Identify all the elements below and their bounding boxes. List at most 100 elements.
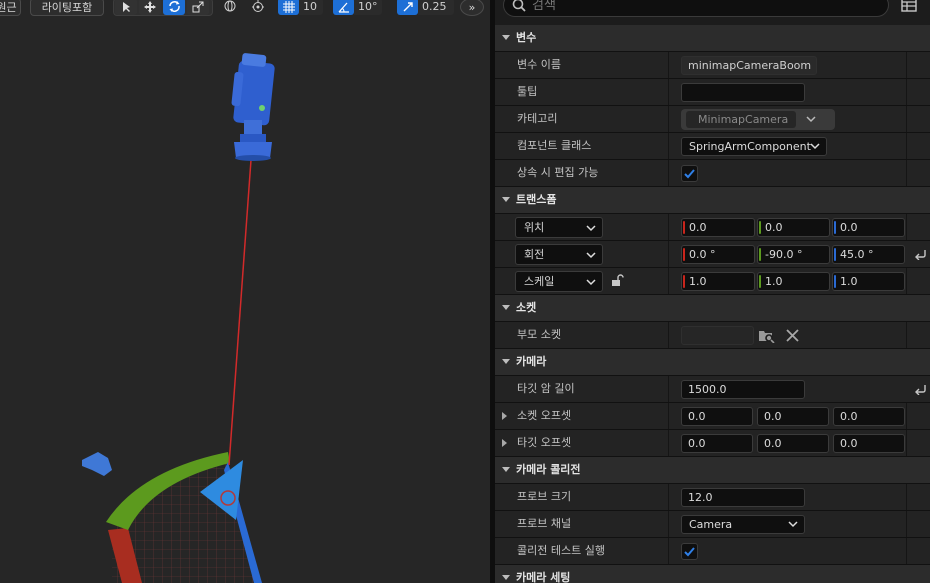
rotate-tool-button[interactable] [163, 0, 185, 15]
location-x-field[interactable]: 0.0 [681, 218, 755, 237]
probe-size-field[interactable]: 12.0 [681, 488, 805, 507]
column-splitter [668, 322, 669, 348]
reset-column [906, 160, 907, 186]
scale-snap-toggle[interactable] [397, 0, 418, 15]
category-camera-collision-label: 카메라 콜리전 [516, 463, 581, 476]
grid-snap-value[interactable]: 10 [299, 0, 323, 15]
move-tool-button[interactable] [139, 0, 161, 15]
scale-z-field[interactable]: 1.0 [832, 272, 905, 291]
category-transform-label: 트랜스폼 [516, 193, 557, 206]
scale-x-value: 1.0 [689, 275, 707, 288]
reset-column [906, 538, 907, 564]
target-offset-x-field[interactable]: 0.0 [681, 434, 753, 453]
reset-column [906, 268, 907, 294]
expand-caret-icon [502, 35, 510, 40]
column-splitter [668, 52, 669, 78]
view-mode-button[interactable]: 원근 [0, 0, 21, 16]
component-class-value: SpringArmComponent [689, 140, 811, 153]
unlock-icon[interactable] [611, 274, 624, 287]
target-offset-y-value: 0.0 [764, 437, 782, 450]
parent-socket-label: 부모 소켓 [517, 328, 561, 341]
row-category: 카테고리 MinimapCamera [495, 106, 930, 133]
probe-channel-combo[interactable]: Camera [681, 515, 805, 534]
scale-snap-text: 0.25 [422, 0, 447, 13]
socket-offset-z-field[interactable]: 0.0 [833, 407, 905, 426]
world-local-button[interactable] [219, 0, 241, 15]
do-collision-test-checkbox[interactable] [681, 543, 698, 560]
y-axis-marker [759, 221, 761, 234]
x-axis-marker [683, 221, 685, 234]
x-axis-marker [683, 275, 685, 288]
do-collision-test-label: 콜리전 테스트 실행 [517, 544, 605, 557]
browse-socket-icon[interactable] [758, 328, 775, 343]
socket-offset-x-field[interactable]: 0.0 [681, 407, 753, 426]
socket-offset-z-value: 0.0 [840, 410, 858, 423]
checkmark-icon [684, 547, 695, 557]
scale-x-field[interactable]: 1.0 [681, 272, 755, 291]
target-offset-y-field[interactable]: 0.0 [757, 434, 829, 453]
scale-tool-button[interactable] [187, 0, 209, 15]
reset-column [906, 403, 907, 429]
rotation-z-field[interactable]: 45.0 ° [832, 245, 905, 264]
grid-snap-toggle[interactable] [278, 0, 299, 15]
scale-y-field[interactable]: 1.0 [757, 272, 830, 291]
expand-caret-icon[interactable] [502, 412, 507, 420]
reset-to-default-icon[interactable] [914, 383, 927, 395]
y-axis-marker [759, 275, 761, 288]
scale-snap-icon [403, 1, 413, 11]
row-probe-channel: 프로브 채널 Camera [495, 511, 930, 538]
location-y-field[interactable]: 0.0 [757, 218, 830, 237]
category-combo[interactable]: MinimapCamera [681, 109, 835, 130]
grid-icon [282, 0, 295, 13]
rotation-snap-toggle[interactable] [333, 0, 354, 15]
select-tool-button[interactable] [115, 0, 137, 15]
component-class-combo[interactable]: SpringArmComponent [681, 137, 827, 156]
category-variable[interactable]: 변수 [495, 25, 930, 52]
target-offset-z-field[interactable]: 0.0 [833, 434, 905, 453]
category-transform[interactable]: 트랜스폼 [495, 187, 930, 214]
expand-caret-icon [502, 575, 510, 580]
socket-offset-y-field[interactable]: 0.0 [757, 407, 829, 426]
target-arm-length-field[interactable]: 1500.0 [681, 380, 805, 399]
expand-caret-icon[interactable] [502, 439, 507, 447]
rotation-y-field[interactable]: -90.0 ° [757, 245, 830, 264]
scale-combo[interactable]: 스케일 [515, 271, 603, 292]
tooltip-field[interactable] [681, 83, 805, 102]
category-camera-collision[interactable]: 카메라 콜리전 [495, 457, 930, 484]
surface-snap-button[interactable] [247, 0, 269, 15]
probe-size-value: 12.0 [688, 491, 713, 504]
category-camera-settings-label: 카메라 세팅 [516, 571, 571, 583]
view-options-icon[interactable] [901, 0, 917, 12]
lighting-button[interactable]: 라이팅포함 [30, 0, 104, 16]
column-splitter [668, 241, 669, 267]
variable-name-field[interactable]: minimapCameraBoom [681, 56, 817, 75]
category-camera-settings[interactable]: 카메라 세팅 [495, 565, 930, 583]
rotation-combo[interactable]: 회전 [515, 244, 603, 265]
row-do-collision-test: 콜리전 테스트 실행 [495, 538, 930, 565]
chevron-down-icon [806, 116, 816, 123]
camera-icon[interactable] [231, 53, 275, 161]
location-z-value: 0.0 [840, 221, 858, 234]
row-rotation: 회전 0.0 ° -90.0 ° 45.0 ° [495, 241, 930, 268]
parent-socket-field[interactable] [681, 326, 754, 345]
editable-inherit-checkbox[interactable] [681, 165, 698, 182]
search-bar [495, 0, 930, 24]
more-options-label: » [468, 0, 476, 14]
rotation-x-field[interactable]: 0.0 ° [681, 245, 755, 264]
rotation-snap-value[interactable]: 10° [354, 0, 382, 15]
scale-snap-value[interactable]: 0.25 [418, 0, 454, 15]
category-socket[interactable]: 소켓 [495, 295, 930, 322]
rotate-icon [168, 1, 180, 12]
level-viewport[interactable]: 원근 라이팅포함 10 10° 0.25 » [0, 0, 490, 583]
location-z-field[interactable]: 0.0 [832, 218, 905, 237]
reset-to-default-icon[interactable] [914, 248, 927, 260]
column-splitter [668, 376, 669, 402]
category-camera[interactable]: 카메라 [495, 349, 930, 376]
clear-icon[interactable] [786, 329, 799, 342]
expand-caret-icon [502, 467, 510, 472]
search-box[interactable] [503, 0, 889, 17]
location-combo[interactable]: 위치 [515, 217, 603, 238]
more-options-button[interactable]: » [460, 0, 484, 16]
search-input[interactable] [532, 0, 862, 13]
tooltip-label: 툴팁 [517, 85, 538, 98]
